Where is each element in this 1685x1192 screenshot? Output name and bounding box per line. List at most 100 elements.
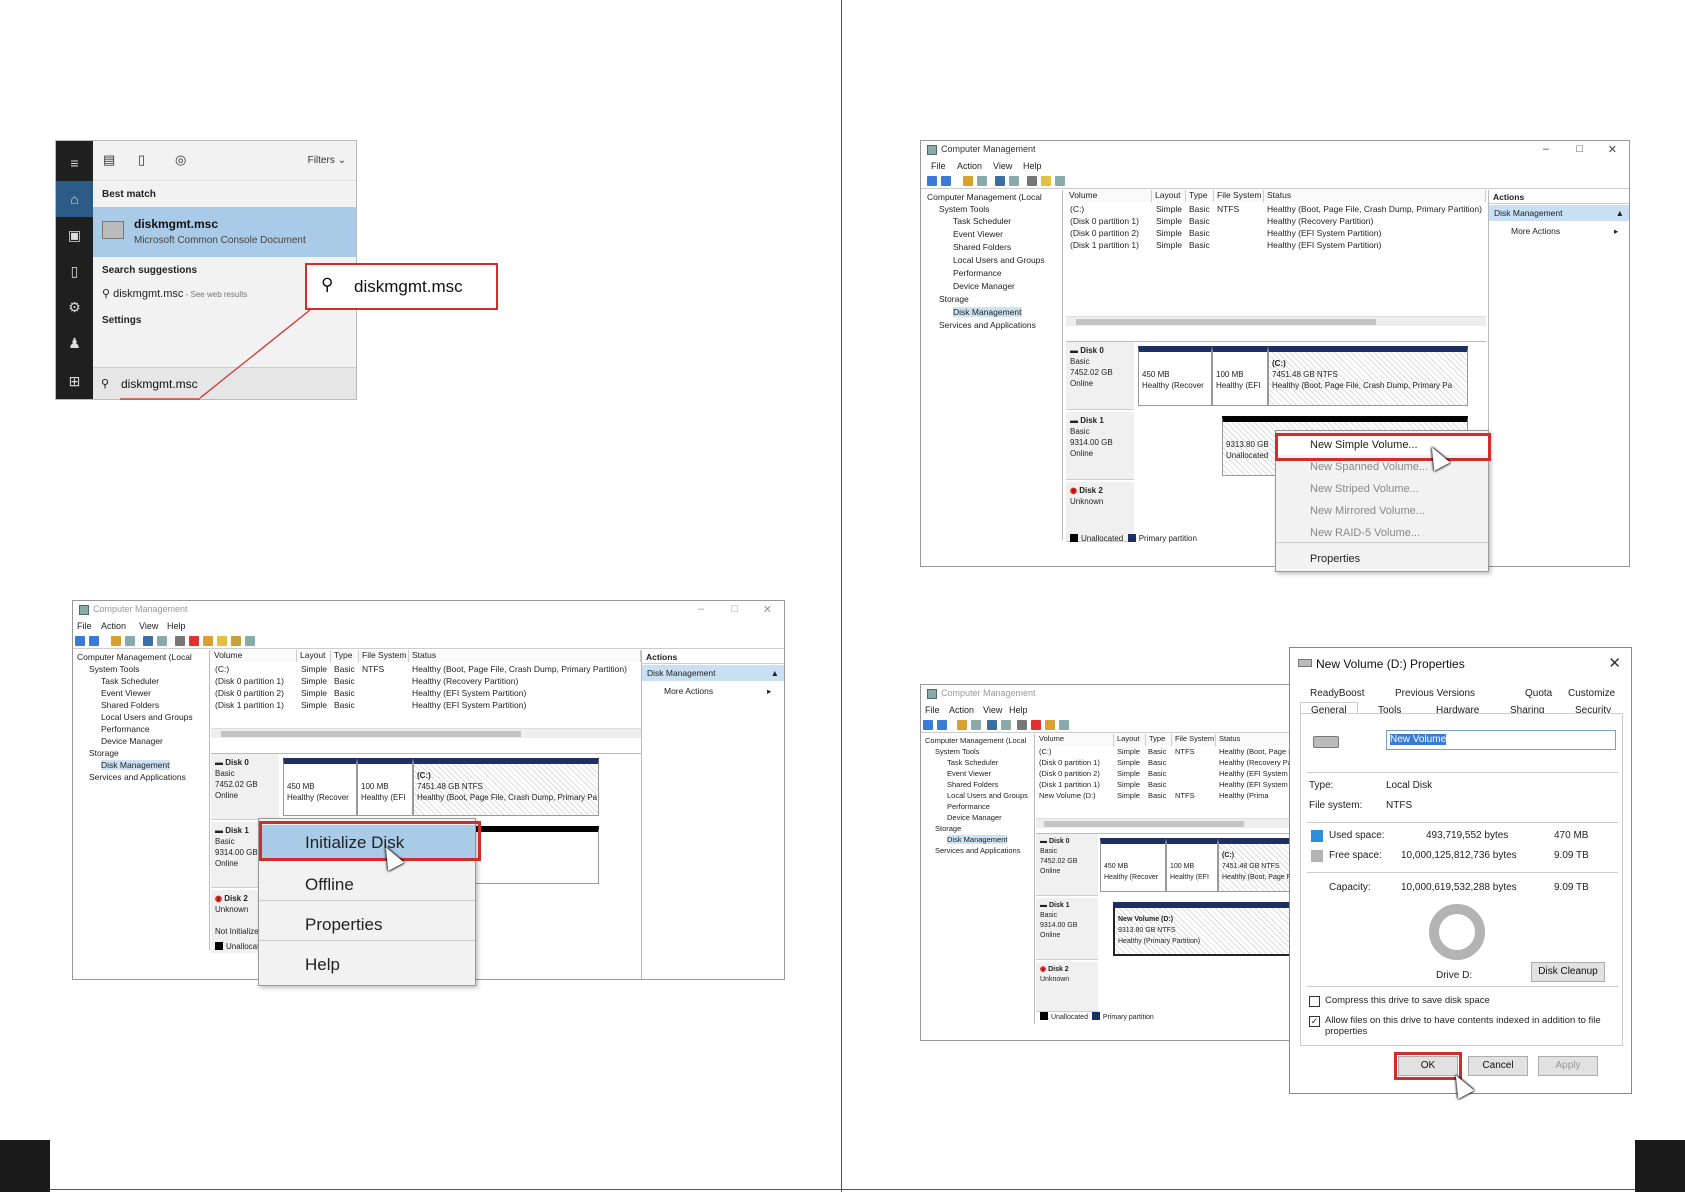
compress-checkbox[interactable] bbox=[1309, 996, 1320, 1007]
properties-icon[interactable] bbox=[1045, 720, 1055, 730]
col-status[interactable]: Status bbox=[409, 650, 641, 662]
up-folder-icon[interactable] bbox=[111, 636, 121, 646]
col-layout[interactable]: Layout bbox=[297, 650, 331, 662]
vol-name[interactable]: (Disk 0 partition 1) bbox=[1070, 216, 1139, 226]
show-tree-icon[interactable] bbox=[125, 636, 135, 646]
tree-storage[interactable]: Storage bbox=[935, 824, 961, 833]
view-icon[interactable] bbox=[1009, 176, 1019, 186]
disk2-label[interactable]: ◉ Disk 2 Unknown bbox=[1066, 482, 1134, 542]
up-folder-icon[interactable] bbox=[957, 720, 967, 730]
tree-event-viewer[interactable]: Event Viewer bbox=[947, 769, 991, 778]
tree-task-scheduler[interactable]: Task Scheduler bbox=[953, 216, 1011, 226]
tree-device-manager[interactable]: Device Manager bbox=[947, 813, 1002, 822]
tree-local-users[interactable]: Local Users and Groups bbox=[947, 791, 1028, 800]
vol-name[interactable]: (C:) bbox=[215, 664, 229, 674]
tree-disk-management[interactable]: Disk Management bbox=[101, 760, 170, 770]
list-icon[interactable] bbox=[1055, 176, 1065, 186]
tree-performance[interactable]: Performance bbox=[101, 724, 150, 734]
disk1-new-volume-partition[interactable]: New Volume (D:) 9313.80 GB NTFS Healthy (P… bbox=[1113, 902, 1299, 956]
menu-view[interactable]: View bbox=[993, 161, 1012, 171]
back-icon[interactable] bbox=[923, 720, 933, 730]
menu-action[interactable]: Action bbox=[949, 705, 974, 715]
col-volume[interactable]: Volume bbox=[1066, 190, 1152, 202]
vol-name[interactable]: (Disk 1 partition 1) bbox=[215, 700, 284, 710]
close-button[interactable]: ✕ bbox=[763, 603, 772, 616]
col-file-system[interactable]: File System bbox=[1172, 734, 1216, 746]
back-icon[interactable] bbox=[927, 176, 937, 186]
tree-system-tools[interactable]: System Tools bbox=[89, 664, 139, 674]
actions-disk-management[interactable]: Disk Management ▲ bbox=[642, 665, 784, 681]
disk1-label[interactable]: ▬ Disk 1 Basic 9314.00 GB Online bbox=[1036, 898, 1098, 960]
col-type[interactable]: Type bbox=[1146, 734, 1172, 746]
tree-system-tools[interactable]: System Tools bbox=[939, 204, 989, 214]
tab-quota[interactable]: Quota bbox=[1525, 688, 1552, 699]
menu-action[interactable]: Action bbox=[957, 161, 982, 171]
vol-name[interactable]: (C:) bbox=[1039, 747, 1052, 756]
properties-icon[interactable] bbox=[203, 636, 213, 646]
list-icon[interactable] bbox=[245, 636, 255, 646]
minimize-button[interactable]: – bbox=[1543, 143, 1549, 155]
col-status[interactable]: Status bbox=[1216, 734, 1299, 746]
menu-properties[interactable]: Properties bbox=[259, 907, 475, 941]
list-icon[interactable] bbox=[1059, 720, 1069, 730]
connect-icon[interactable] bbox=[1027, 176, 1037, 186]
cancel-button[interactable]: Cancel bbox=[1468, 1056, 1528, 1076]
connect-icon[interactable] bbox=[1017, 720, 1027, 730]
tree-shared-folders[interactable]: Shared Folders bbox=[101, 700, 159, 710]
tree-shared-folders[interactable]: Shared Folders bbox=[947, 780, 998, 789]
vol-name[interactable]: New Volume (D:) bbox=[1039, 791, 1096, 800]
menu-help[interactable]: Help bbox=[1023, 161, 1042, 171]
col-layout[interactable]: Layout bbox=[1114, 734, 1146, 746]
disk0-label[interactable]: ▬ Disk 0 Basic 7452.02 GB Online bbox=[1066, 342, 1134, 410]
col-volume[interactable]: Volume bbox=[211, 650, 297, 662]
tree-disk-management[interactable]: Disk Management bbox=[947, 835, 1008, 844]
tree-root[interactable]: Computer Management (Local bbox=[927, 192, 1042, 202]
more-actions[interactable]: More Actions ▸ bbox=[664, 686, 771, 696]
tree-task-scheduler[interactable]: Task Scheduler bbox=[947, 758, 998, 767]
forward-icon[interactable] bbox=[941, 176, 951, 186]
actions-disk-management[interactable]: Disk Management ▲ bbox=[1489, 205, 1629, 221]
up-folder-icon[interactable] bbox=[963, 176, 973, 186]
delete-icon[interactable] bbox=[1031, 720, 1041, 730]
col-layout[interactable]: Layout bbox=[1152, 190, 1186, 202]
tree-system-tools[interactable]: System Tools bbox=[935, 747, 979, 756]
vol-name[interactable]: (C:) bbox=[1070, 204, 1084, 214]
maximize-button[interactable]: □ bbox=[731, 603, 738, 615]
view-icon[interactable] bbox=[157, 636, 167, 646]
tree-services[interactable]: Services and Applications bbox=[89, 772, 186, 782]
tree-device-manager[interactable]: Device Manager bbox=[101, 736, 163, 746]
forward-icon[interactable] bbox=[89, 636, 99, 646]
view-icon[interactable] bbox=[1001, 720, 1011, 730]
disk2-label[interactable]: ◉ Disk 2 Unknown bbox=[1036, 962, 1098, 1012]
tree-storage[interactable]: Storage bbox=[939, 294, 969, 304]
apply-button[interactable]: Apply bbox=[1538, 1056, 1598, 1076]
rescan-icon[interactable] bbox=[217, 636, 227, 646]
menu-view[interactable]: View bbox=[139, 621, 158, 631]
tree-storage[interactable]: Storage bbox=[89, 748, 119, 758]
tree-disk-management[interactable]: Disk Management bbox=[953, 307, 1022, 317]
export-icon[interactable] bbox=[231, 636, 241, 646]
tree-device-manager[interactable]: Device Manager bbox=[953, 281, 1015, 291]
vol-name[interactable]: (Disk 0 partition 2) bbox=[215, 688, 284, 698]
tree-event-viewer[interactable]: Event Viewer bbox=[101, 688, 151, 698]
disk0-partition2[interactable]: 100 MB Healthy (EFI bbox=[1166, 838, 1218, 892]
horizontal-scrollbar[interactable] bbox=[1066, 316, 1486, 326]
disk0-c-partition[interactable]: (C:) 7451.48 GB NTFS Healthy (Boot, Page F… bbox=[413, 758, 599, 816]
vol-name[interactable]: (Disk 0 partition 1) bbox=[1039, 758, 1100, 767]
tree-local-users[interactable]: Local Users and Groups bbox=[101, 712, 193, 722]
index-checkbox[interactable]: ✓ bbox=[1309, 1016, 1320, 1027]
tree-services[interactable]: Services and Applications bbox=[939, 320, 1036, 330]
tree-services[interactable]: Services and Applications bbox=[935, 846, 1020, 855]
menu-action[interactable]: Action bbox=[101, 621, 126, 631]
col-status[interactable]: Status bbox=[1264, 190, 1486, 202]
horizontal-scrollbar[interactable] bbox=[211, 728, 641, 738]
back-icon[interactable] bbox=[75, 636, 85, 646]
tree-local-users[interactable]: Local Users and Groups bbox=[953, 255, 1045, 265]
tree-task-scheduler[interactable]: Task Scheduler bbox=[101, 676, 159, 686]
vol-name[interactable]: (Disk 0 partition 1) bbox=[215, 676, 284, 686]
more-actions[interactable]: More Actions ▸ bbox=[1511, 226, 1618, 236]
menu-offline[interactable]: Offline bbox=[259, 867, 475, 901]
vol-name[interactable]: (Disk 1 partition 1) bbox=[1039, 780, 1100, 789]
tab-readyboost[interactable]: ReadyBoost bbox=[1310, 688, 1364, 699]
tree-event-viewer[interactable]: Event Viewer bbox=[953, 229, 1003, 239]
